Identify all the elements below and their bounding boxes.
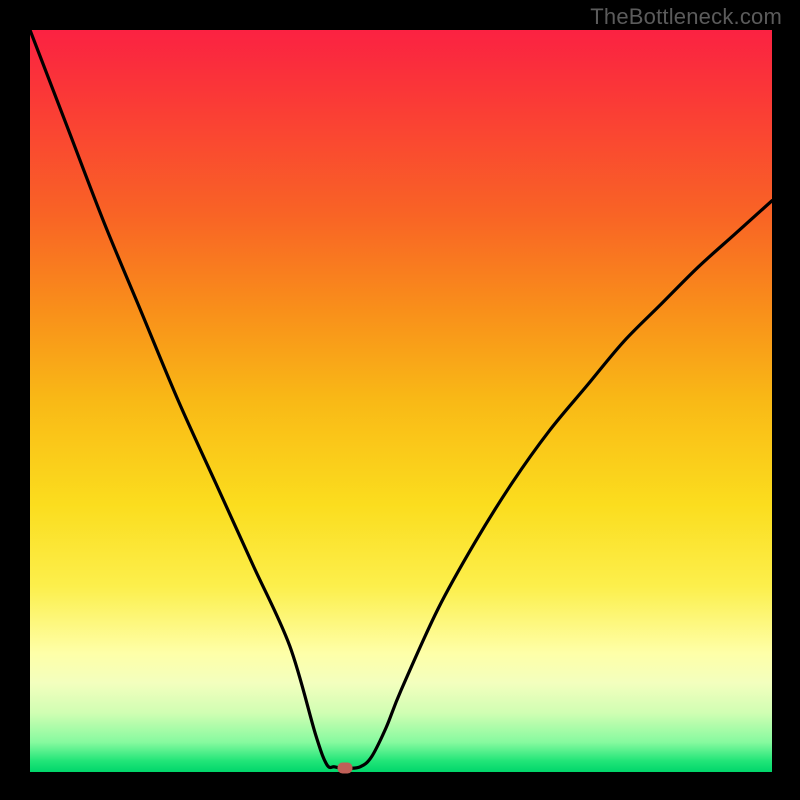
watermark-text: TheBottleneck.com (590, 4, 782, 30)
chart-frame: TheBottleneck.com (0, 0, 800, 800)
bottleneck-curve (30, 30, 772, 768)
curve-svg (30, 30, 772, 772)
plot-area (30, 30, 772, 772)
min-marker (338, 763, 353, 774)
